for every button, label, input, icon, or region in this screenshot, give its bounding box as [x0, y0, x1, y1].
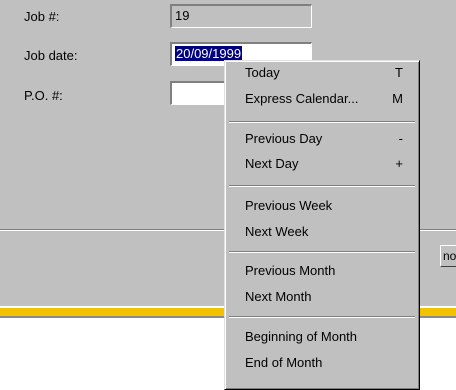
menu-item-accelerator: T: [395, 65, 403, 80]
menu-separator: [229, 316, 415, 318]
menu-item-label: Previous Week: [245, 198, 333, 213]
menu-item-label: Express Calendar...: [245, 91, 359, 106]
menu-item-end-of-month[interactable]: End of Month: [245, 353, 403, 373]
menu-item-today[interactable]: Today T: [245, 63, 403, 83]
menu-item-label: End of Month: [245, 355, 323, 370]
menu-item-previous-week[interactable]: Previous Week: [245, 196, 403, 216]
po-number-label: P.O. #:: [24, 88, 63, 103]
menu-item-previous-month[interactable]: Previous Month: [245, 261, 403, 281]
menu-item-label: Beginning of Month: [245, 329, 358, 344]
menu-item-label: Next Week: [245, 224, 309, 239]
menu-item-accelerator: +: [395, 156, 403, 171]
menu-item-accelerator: M: [392, 91, 403, 106]
job-date-selected-text: 20/09/1999: [175, 46, 243, 61]
menu-separator: [229, 251, 415, 253]
menu-item-label: Next Month: [245, 289, 312, 304]
menu-item-label: Previous Month: [245, 263, 336, 278]
partial-button[interactable]: no: [440, 245, 456, 267]
menu-separator: [229, 185, 415, 187]
menu-item-next-week[interactable]: Next Week: [245, 222, 403, 242]
job-number-field[interactable]: 19: [170, 4, 312, 28]
po-number-field[interactable]: [170, 81, 226, 105]
menu-item-next-month[interactable]: Next Month: [245, 287, 403, 307]
menu-item-accelerator: -: [398, 131, 403, 146]
menu-item-label: Previous Day: [245, 131, 323, 146]
job-date-label: Job date:: [24, 48, 78, 63]
menu-item-label: Today: [245, 65, 280, 80]
menu-item-label: Next Day: [245, 156, 299, 171]
menu-item-previous-day[interactable]: Previous Day -: [245, 129, 403, 149]
menu-item-beginning-of-month[interactable]: Beginning of Month: [245, 327, 403, 347]
menu-separator: [229, 121, 415, 123]
menu-item-next-day[interactable]: Next Day +: [245, 154, 403, 174]
job-number-label: Job #:: [24, 9, 60, 24]
menu-item-express-calendar[interactable]: Express Calendar... M: [245, 89, 403, 109]
date-context-menu: Today T Express Calendar... M Previous Day…: [224, 60, 420, 390]
